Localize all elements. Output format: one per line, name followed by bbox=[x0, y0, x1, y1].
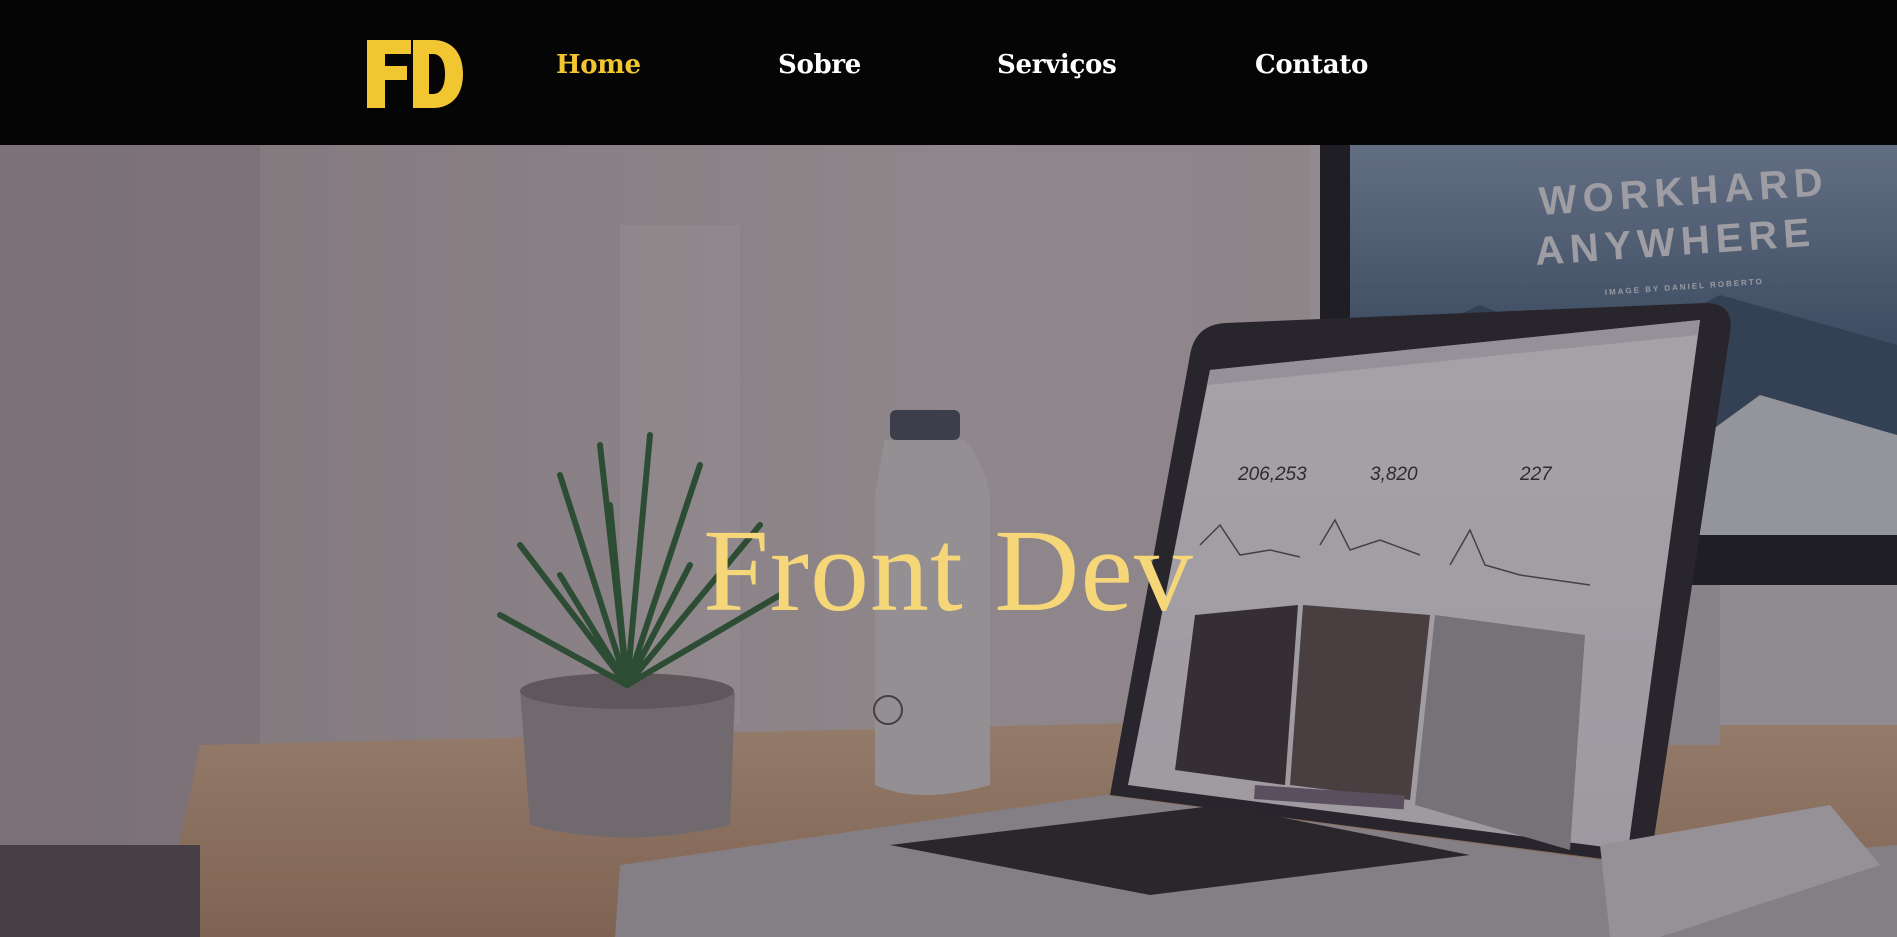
fd-logo-icon bbox=[367, 40, 463, 108]
nav-servicos[interactable]: Serviços bbox=[997, 50, 1117, 80]
top-navbar: Home Sobre Serviços Contato bbox=[0, 0, 1897, 145]
hero-title: Front Dev bbox=[703, 505, 1194, 637]
nav-home[interactable]: Home bbox=[556, 50, 641, 80]
hero-section: WORKHARD ANYWHERE IMAGE BY DANIEL ROBERT… bbox=[0, 145, 1897, 937]
nav-sobre[interactable]: Sobre bbox=[778, 50, 861, 80]
nav-contato[interactable]: Contato bbox=[1255, 50, 1368, 80]
brand-logo[interactable] bbox=[367, 40, 463, 108]
